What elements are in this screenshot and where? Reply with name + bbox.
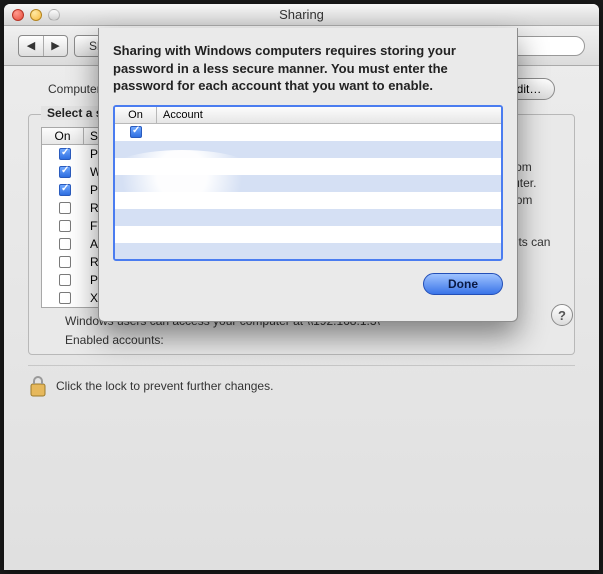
checkbox[interactable]: [59, 148, 71, 160]
checkbox[interactable]: [59, 238, 71, 250]
lock-text: Click the lock to prevent further change…: [56, 379, 273, 393]
table-row[interactable]: [115, 124, 501, 141]
back-button[interactable]: ◀: [19, 36, 43, 56]
minimize-icon[interactable]: [30, 9, 42, 21]
table-row: [115, 192, 501, 209]
enabled-accounts-line: Enabled accounts:: [65, 331, 556, 350]
close-icon[interactable]: [12, 9, 24, 21]
checkbox[interactable]: [59, 274, 71, 286]
checkbox[interactable]: [59, 184, 71, 196]
divider: [28, 365, 575, 366]
done-button[interactable]: Done: [423, 273, 503, 295]
lock-row: Click the lock to prevent further change…: [22, 374, 581, 404]
checkbox[interactable]: [59, 202, 71, 214]
forward-button[interactable]: ▶: [43, 36, 67, 56]
sheet-message: Sharing with Windows computers requires …: [113, 42, 503, 95]
checkbox[interactable]: [59, 292, 71, 304]
checkbox[interactable]: [59, 256, 71, 268]
checkbox[interactable]: [130, 126, 142, 138]
accounts-table: On Account: [113, 105, 503, 261]
window-controls: [12, 9, 60, 21]
table-row: [115, 243, 501, 260]
window-title: Sharing: [4, 7, 599, 22]
checkbox[interactable]: [59, 166, 71, 178]
accounts-table-header: On Account: [115, 107, 501, 124]
lock-icon[interactable]: [28, 374, 48, 398]
col-account: Account: [157, 107, 501, 123]
col-on: On: [42, 128, 84, 144]
titlebar: Sharing: [4, 4, 599, 26]
table-row: [115, 209, 501, 226]
table-row: [115, 175, 501, 192]
nav-segment: ◀ ▶: [18, 35, 68, 57]
table-row: [115, 226, 501, 243]
table-row: [115, 158, 501, 175]
accounts-sheet: Sharing with Windows computers requires …: [98, 28, 518, 322]
checkbox[interactable]: [59, 220, 71, 232]
col-on: On: [115, 107, 157, 123]
sharing-window: Sharing ◀ ▶ Show All Computer Name: Edit…: [4, 4, 599, 570]
zoom-icon[interactable]: [48, 9, 60, 21]
table-row: [115, 141, 501, 158]
